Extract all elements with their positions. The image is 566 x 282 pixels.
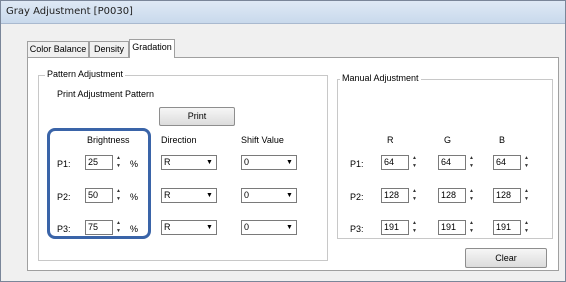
manual-p3-b-spinner: ▲ ▼: [522, 220, 531, 235]
manual-p1-r-input[interactable]: 64: [381, 155, 409, 170]
dropdown-arrow-icon: ▼: [206, 192, 213, 199]
manual-g-header: G: [444, 135, 452, 145]
spin-down-icon[interactable]: ▼: [522, 196, 531, 203]
spin-up-icon[interactable]: ▲: [467, 155, 476, 162]
dropdown-arrow-icon: ▼: [206, 224, 213, 231]
manual-p3-r-input[interactable]: 191: [381, 220, 409, 235]
manual-p1-b-input[interactable]: 64: [493, 155, 521, 170]
pattern-group-title: Pattern Adjustment: [45, 69, 126, 79]
direction-p3-select[interactable]: R ▼: [161, 220, 217, 235]
manual-p3-r-spinner: ▲ ▼: [410, 220, 419, 235]
spin-up-icon[interactable]: ▲: [522, 155, 531, 162]
dropdown-arrow-icon: ▼: [286, 159, 293, 166]
manual-p2-g-input[interactable]: 128: [438, 188, 466, 203]
spin-down-icon[interactable]: ▼: [410, 163, 419, 170]
manual-p2-r-spinner: ▲ ▼: [410, 188, 419, 203]
manual-p2-b-input[interactable]: 128: [493, 188, 521, 203]
direction-p1-select[interactable]: R ▼: [161, 155, 217, 170]
shift-p2-select[interactable]: 0 ▼: [241, 188, 297, 203]
spin-up-icon[interactable]: ▲: [410, 155, 419, 162]
manual-p3-b-input[interactable]: 191: [493, 220, 521, 235]
manual-p2-label: P2:: [350, 192, 364, 202]
tab-color-balance[interactable]: Color Balance: [27, 41, 89, 57]
spin-up-icon[interactable]: ▲: [410, 220, 419, 227]
shift-p3-value: 0: [244, 222, 250, 232]
manual-p3-g-input[interactable]: 191: [438, 220, 466, 235]
manual-p1-label: P1:: [350, 159, 364, 169]
print-button[interactable]: Print: [159, 107, 235, 126]
brightness-highlight-box: [47, 128, 151, 239]
manual-p2-b-spinner: ▲ ▼: [522, 188, 531, 203]
spin-up-icon[interactable]: ▲: [522, 188, 531, 195]
manual-p1-g-input[interactable]: 64: [438, 155, 466, 170]
manual-r-header: R: [387, 135, 394, 145]
manual-p1-g-spinner: ▲ ▼: [467, 155, 476, 170]
dropdown-arrow-icon: ▼: [286, 224, 293, 231]
clear-button[interactable]: Clear: [465, 248, 547, 268]
manual-p3-g-spinner: ▲ ▼: [467, 220, 476, 235]
tab-gradation[interactable]: Gradation: [129, 39, 175, 58]
spin-down-icon[interactable]: ▼: [410, 228, 419, 235]
shift-p1-select[interactable]: 0 ▼: [241, 155, 297, 170]
shift-p3-select[interactable]: 0 ▼: [241, 220, 297, 235]
spin-up-icon[interactable]: ▲: [522, 220, 531, 227]
dropdown-arrow-icon: ▼: [206, 159, 213, 166]
direction-p2-select[interactable]: R ▼: [161, 188, 217, 203]
print-adjustment-label: Print Adjustment Pattern: [57, 89, 155, 99]
spin-up-icon[interactable]: ▲: [410, 188, 419, 195]
manual-p2-r-input[interactable]: 128: [381, 188, 409, 203]
spin-down-icon[interactable]: ▼: [467, 196, 476, 203]
spin-up-icon[interactable]: ▲: [467, 220, 476, 227]
shift-p1-value: 0: [244, 157, 250, 167]
dropdown-arrow-icon: ▼: [286, 192, 293, 199]
manual-p1-b-spinner: ▲ ▼: [522, 155, 531, 170]
manual-p2-g-spinner: ▲ ▼: [467, 188, 476, 203]
manual-p3-label: P3:: [350, 224, 364, 234]
manual-group-title: Manual Adjustment: [340, 73, 421, 83]
direction-header: Direction: [161, 135, 197, 145]
spin-down-icon[interactable]: ▼: [467, 228, 476, 235]
shift-p2-value: 0: [244, 190, 250, 200]
spin-down-icon[interactable]: ▼: [522, 163, 531, 170]
shift-value-header: Shift Value: [241, 135, 284, 145]
direction-p1-value: R: [164, 157, 171, 167]
manual-p1-r-spinner: ▲ ▼: [410, 155, 419, 170]
gray-adjustment-window: Gray Adjustment [P0030] Color Balance De…: [0, 0, 566, 282]
window-title: Gray Adjustment [P0030]: [6, 6, 133, 17]
manual-b-header: B: [499, 135, 506, 145]
spin-down-icon[interactable]: ▼: [522, 228, 531, 235]
spin-up-icon[interactable]: ▲: [467, 188, 476, 195]
direction-p2-value: R: [164, 190, 171, 200]
spin-down-icon[interactable]: ▼: [410, 196, 419, 203]
spin-down-icon[interactable]: ▼: [467, 163, 476, 170]
tab-density[interactable]: Density: [89, 41, 129, 57]
direction-p3-value: R: [164, 222, 171, 232]
title-bar[interactable]: Gray Adjustment [P0030]: [1, 1, 565, 24]
